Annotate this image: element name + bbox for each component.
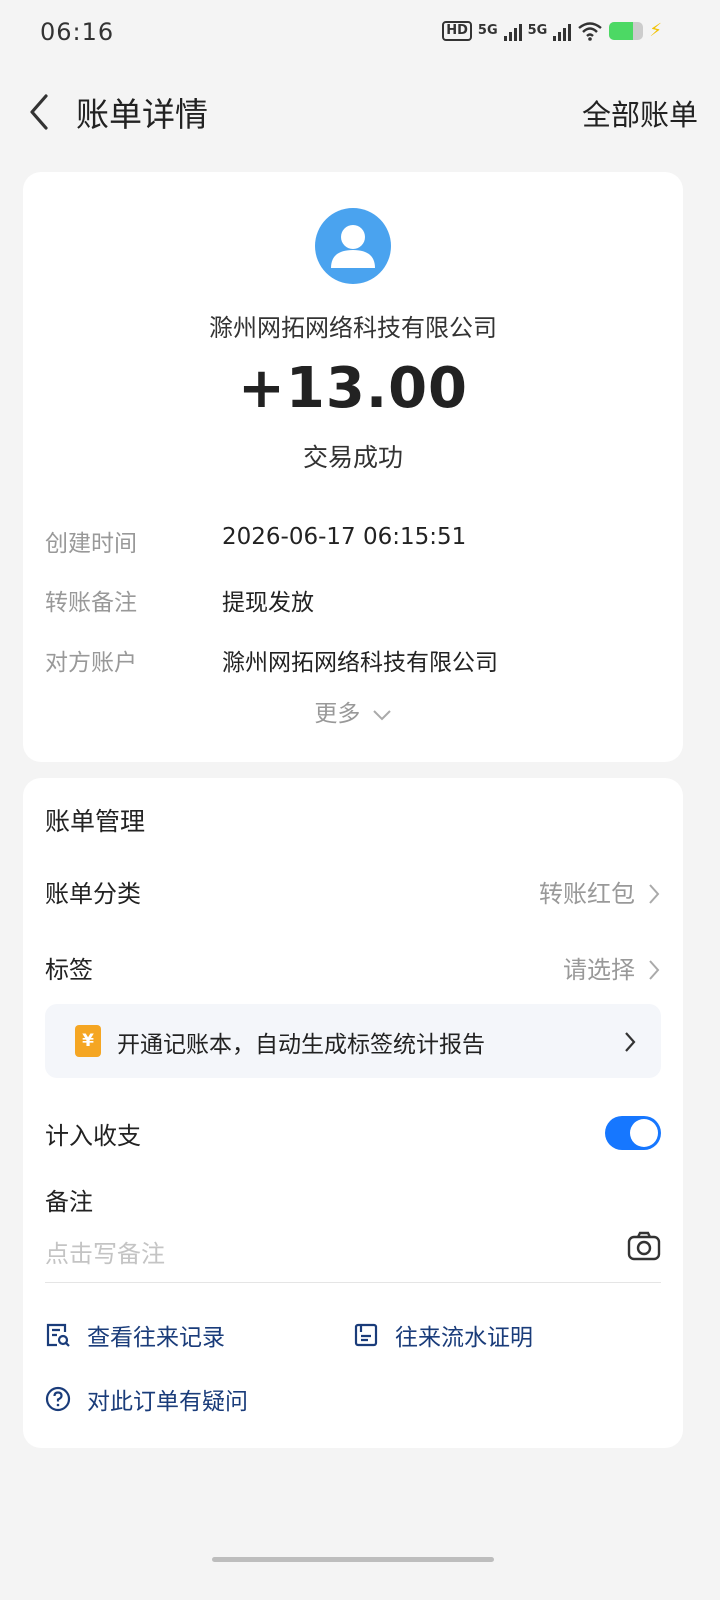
transaction-summary-card: 滁州网拓网络科技有限公司 +13.00 交易成功 创建时间 2026-06-17…	[23, 172, 683, 762]
all-bills-link[interactable]: 全部账单	[582, 92, 698, 134]
detail-label: 对方账户	[45, 650, 137, 676]
detail-value: 提现发放	[222, 590, 314, 616]
promo-text: 开通记账本，自动生成标签统计报告	[117, 1032, 485, 1058]
chevron-down-icon	[372, 709, 391, 720]
status-time: 06:16	[40, 18, 115, 46]
detail-value: 2026-06-17 06:15:51	[222, 524, 467, 550]
include-label: 计入收支	[45, 1122, 141, 1150]
network-5g-label-2: 5G	[527, 23, 548, 38]
back-button[interactable]	[22, 90, 62, 134]
order-question-label: 对此订单有疑问	[87, 1389, 248, 1415]
more-button[interactable]: 更多	[23, 694, 683, 728]
memo-input[interactable]: 点击写备注	[45, 1234, 165, 1269]
signal-icon-1	[503, 21, 522, 41]
battery-icon	[609, 21, 644, 40]
avatar	[315, 208, 391, 284]
chevron-right-icon	[649, 960, 660, 980]
toggle-knob	[630, 1119, 658, 1147]
network-5g-label-1: 5G	[477, 23, 498, 38]
header: 账单详情 全部账单	[0, 72, 720, 154]
bill-management-card: 账单管理 账单分类 转账红包 标签 请选择 ¥ 开通记账本，自动生成标签统计报告…	[23, 778, 683, 1448]
category-value: 转账红包	[539, 880, 635, 908]
section-title: 账单管理	[45, 807, 146, 836]
document-icon	[354, 1323, 378, 1347]
battery-level	[609, 21, 634, 40]
chevron-right-icon	[625, 1032, 636, 1052]
camera-button[interactable]	[627, 1230, 661, 1266]
charging-icon: ⚡	[649, 20, 662, 41]
camera-icon	[627, 1231, 661, 1261]
divider	[45, 1282, 661, 1283]
bill-category-row[interactable]: 账单分类 转账红包	[45, 874, 661, 914]
detail-label: 创建时间	[45, 531, 137, 557]
ledger-promo-banner[interactable]: ¥ 开通记账本，自动生成标签统计报告	[45, 1004, 661, 1078]
transaction-proof-link[interactable]: 往来流水证明	[353, 1318, 533, 1352]
view-history-label: 查看往来记录	[87, 1325, 225, 1351]
include-in-stats-toggle[interactable]	[605, 1116, 661, 1150]
transaction-amount: +13.00	[237, 356, 469, 421]
status-bar: 06:16 HD 5G 5G ⚡	[0, 0, 720, 66]
tag-row[interactable]: 标签 请选择	[45, 950, 661, 990]
transaction-proof-label: 往来流水证明	[395, 1325, 533, 1351]
hd-icon: HD	[442, 20, 472, 41]
signal-icon-2	[553, 21, 572, 41]
back-arrow-icon	[30, 94, 48, 130]
record-search-icon	[46, 1323, 70, 1347]
chevron-right-icon	[649, 884, 660, 904]
question-circle-icon	[45, 1386, 71, 1412]
user-icon	[331, 225, 375, 268]
tag-label: 标签	[45, 956, 93, 984]
memo-row: 备注	[45, 1182, 661, 1222]
view-history-link[interactable]: 查看往来记录	[45, 1318, 225, 1352]
tag-value: 请选择	[563, 956, 635, 984]
status-icons: HD 5G 5G ⚡	[442, 20, 662, 41]
page-title: 账单详情	[76, 95, 208, 134]
detail-value: 滁州网拓网络科技有限公司	[222, 650, 498, 676]
wifi-icon	[578, 21, 603, 41]
order-question-link[interactable]: 对此订单有疑问	[45, 1382, 248, 1416]
home-indicator[interactable]	[212, 1557, 494, 1562]
transaction-status: 交易成功	[302, 443, 403, 472]
category-label: 账单分类	[45, 880, 141, 908]
counterparty-name: 滁州网拓网络科技有限公司	[209, 314, 497, 342]
detail-label: 转账备注	[45, 590, 137, 616]
ledger-icon: ¥	[75, 1025, 101, 1057]
memo-label: 备注	[45, 1188, 93, 1216]
more-label: 更多	[314, 701, 361, 727]
include-in-stats-row: 计入收支	[45, 1116, 661, 1156]
